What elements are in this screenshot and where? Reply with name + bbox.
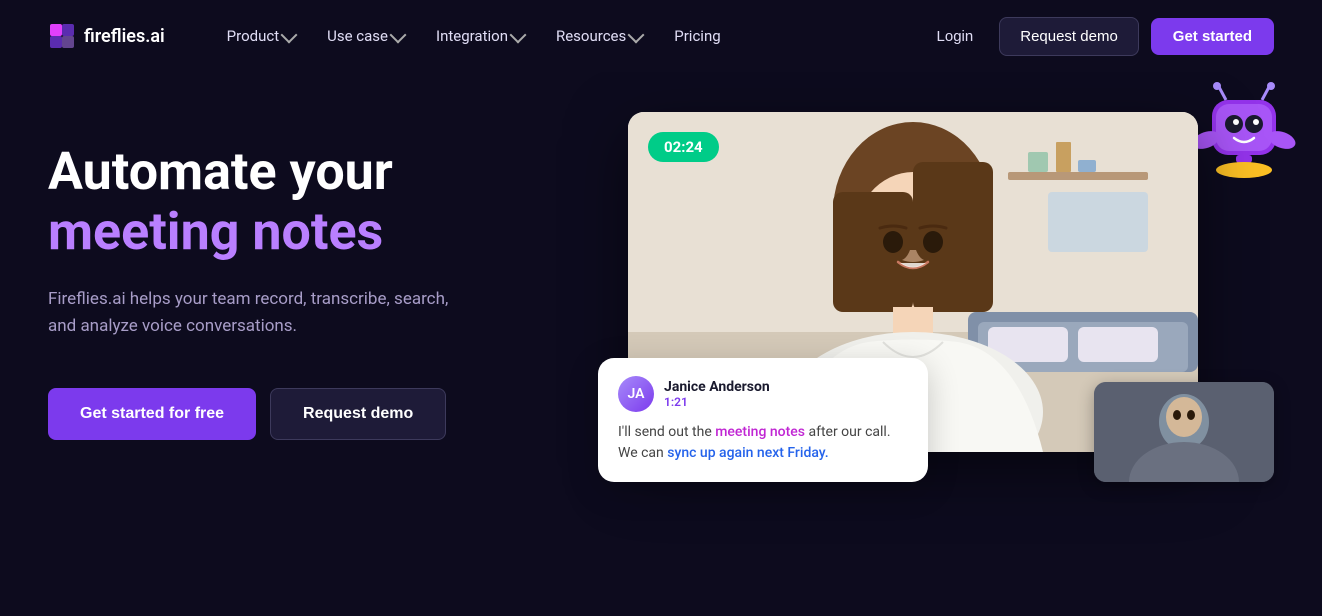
chevron-down-icon xyxy=(389,26,406,43)
hero-title: Automate your meeting notes xyxy=(48,142,568,262)
hero-media: 02:24 JA Janice Anderson 1:21 I'll send … xyxy=(628,112,1274,452)
nav-links: Product Use case Integration Resources P… xyxy=(213,19,923,53)
nav-actions: Login Request demo Get started xyxy=(923,17,1274,56)
get-started-free-button[interactable]: Get started for free xyxy=(48,388,256,440)
logo-icon xyxy=(48,22,76,50)
hero-buttons: Get started for free Request demo xyxy=(48,388,568,440)
hero-section: Automate your meeting notes Fireflies.ai… xyxy=(0,72,1322,616)
nav-pricing[interactable]: Pricing xyxy=(660,19,734,53)
avatar: JA xyxy=(618,376,654,412)
nav-use-case[interactable]: Use case xyxy=(313,19,418,53)
chat-link-sync-up[interactable]: sync up again next Friday. xyxy=(667,445,828,461)
timer-badge: 02:24 xyxy=(648,132,719,162)
chevron-down-icon xyxy=(509,26,526,43)
chat-user-name: Janice Anderson xyxy=(664,379,770,395)
login-button[interactable]: Login xyxy=(923,20,988,53)
hero-description: Fireflies.ai helps your team record, tra… xyxy=(48,286,478,340)
chat-message: I'll send out the meeting notes after ou… xyxy=(618,422,908,464)
small-video-thumbnail xyxy=(1094,382,1274,482)
nav-resources[interactable]: Resources xyxy=(542,19,656,53)
chat-popup: JA Janice Anderson 1:21 I'll send out th… xyxy=(598,358,928,482)
chat-user-info: JA Janice Anderson 1:21 xyxy=(618,376,908,412)
hero-content: Automate your meeting notes Fireflies.ai… xyxy=(48,112,568,440)
chat-timestamp: 1:21 xyxy=(664,395,770,409)
chevron-down-icon xyxy=(281,26,298,43)
brand-name: fireflies.ai xyxy=(84,26,165,47)
request-demo-hero-button[interactable]: Request demo xyxy=(270,388,446,440)
chevron-down-icon xyxy=(628,26,645,43)
navbar: fireflies.ai Product Use case Integratio… xyxy=(0,0,1322,72)
robot-mascot xyxy=(1184,82,1304,202)
logo[interactable]: fireflies.ai xyxy=(48,22,165,50)
chat-link-meeting-notes[interactable]: meeting notes xyxy=(715,424,805,440)
get-started-nav-button[interactable]: Get started xyxy=(1151,18,1274,55)
request-demo-nav-button[interactable]: Request demo xyxy=(999,17,1139,56)
nav-product[interactable]: Product xyxy=(213,19,309,53)
nav-integration[interactable]: Integration xyxy=(422,19,538,53)
